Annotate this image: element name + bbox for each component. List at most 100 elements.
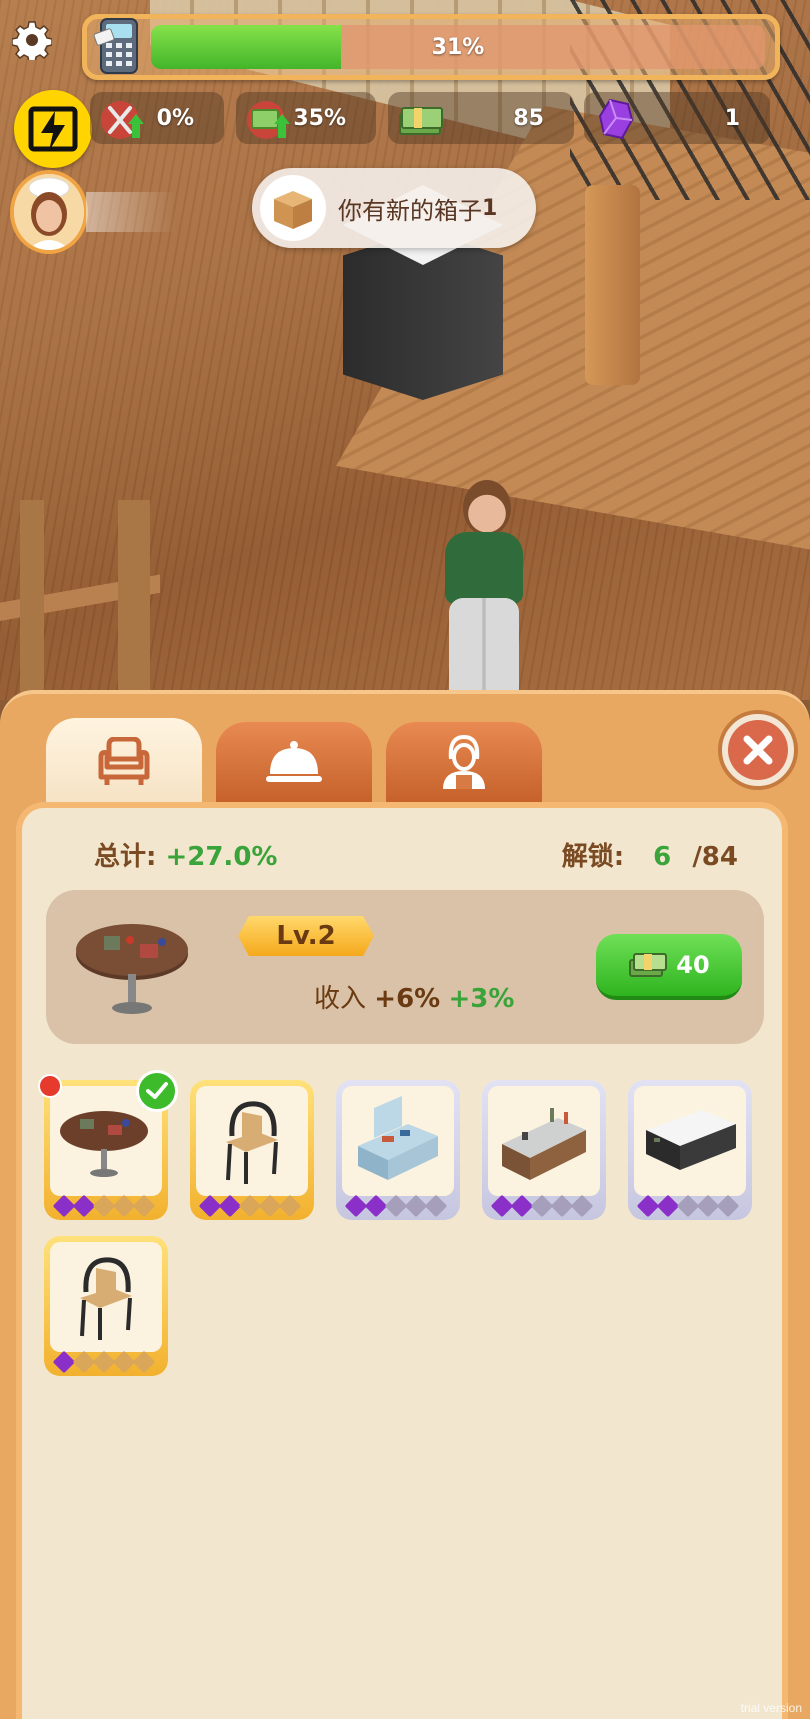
furniture-item-table[interactable] bbox=[38, 1070, 178, 1220]
furniture-item-chair[interactable] bbox=[190, 1080, 314, 1220]
chef-portrait-icon bbox=[14, 174, 84, 250]
star-icon bbox=[550, 1194, 574, 1218]
furniture-item-kitchen-counter[interactable] bbox=[336, 1080, 460, 1220]
star-icon bbox=[112, 1350, 136, 1374]
lightning-icon bbox=[28, 106, 78, 152]
star-icon bbox=[132, 1194, 156, 1218]
chef-avatar[interactable] bbox=[10, 170, 88, 254]
star-icon bbox=[636, 1194, 660, 1218]
progress-track: 31% bbox=[151, 25, 765, 69]
stair-post bbox=[585, 185, 640, 385]
gear-icon bbox=[12, 21, 52, 60]
selected-check-icon bbox=[136, 1070, 178, 1112]
money-boost-value: 35% bbox=[293, 105, 346, 131]
wooden-fence bbox=[0, 500, 160, 700]
cash-stat: 85 bbox=[388, 92, 574, 144]
income-extra: +3% bbox=[448, 984, 515, 1014]
star-icon bbox=[364, 1194, 388, 1218]
dining-table-image bbox=[70, 912, 200, 1022]
level-badge: Lv.2 bbox=[238, 916, 374, 956]
tab-staff[interactable] bbox=[386, 722, 542, 802]
income-label: 收入 bbox=[314, 984, 367, 1014]
star-icon bbox=[424, 1194, 448, 1218]
star-icon bbox=[676, 1194, 700, 1218]
star-icon bbox=[490, 1194, 514, 1218]
chair-thumbnail bbox=[50, 1242, 162, 1352]
card-terminal-icon bbox=[93, 15, 145, 79]
star-icon bbox=[656, 1194, 680, 1218]
income-bonus: 收入 +6% +3% bbox=[314, 978, 514, 1015]
gem-stat: 1 bbox=[584, 92, 770, 144]
furniture-item-bar-counter[interactable] bbox=[482, 1080, 606, 1220]
cloche-icon bbox=[266, 741, 322, 782]
close-icon bbox=[743, 735, 773, 765]
food-boost-value: 0% bbox=[156, 105, 194, 131]
cash-value: 85 bbox=[513, 105, 544, 131]
new-box-message: 你有新的箱子 bbox=[338, 196, 482, 225]
star-icon bbox=[696, 1194, 720, 1218]
item-rarity-stars bbox=[52, 1350, 156, 1374]
food-boost-stat: 0% bbox=[90, 92, 224, 144]
star-icon bbox=[72, 1194, 96, 1218]
star-icon bbox=[52, 1350, 76, 1374]
decor-panel: 总计: +27.0% 解锁: 6 /84 Lv.2 收入 +6% +3% 40 bbox=[0, 690, 810, 1719]
total-label: 总计: bbox=[94, 842, 157, 872]
unlock-current: 6 bbox=[653, 842, 672, 872]
character-torso bbox=[445, 532, 523, 604]
unlock-progress: 解锁: 6 /84 bbox=[562, 836, 738, 873]
restaurant-progress-bar: 31% bbox=[82, 14, 780, 80]
settings-button[interactable] bbox=[12, 20, 52, 60]
purple-gem-icon bbox=[592, 96, 642, 142]
new-box-count: 1 bbox=[482, 195, 498, 221]
star-icon bbox=[92, 1194, 116, 1218]
star-icon bbox=[344, 1194, 368, 1218]
star-icon bbox=[510, 1194, 534, 1218]
star-icon bbox=[570, 1194, 594, 1218]
cardboard-box-icon bbox=[260, 175, 326, 241]
staff-icon bbox=[443, 735, 485, 789]
upgrade-cost: 40 bbox=[676, 951, 710, 979]
chef-streak bbox=[86, 192, 176, 232]
star-icon bbox=[218, 1194, 242, 1218]
kitchen-counter-thumbnail bbox=[342, 1086, 454, 1196]
total-bonus: 总计: +27.0% bbox=[94, 836, 277, 873]
player-character[interactable] bbox=[425, 480, 545, 700]
trial-watermark: trial version bbox=[740, 1701, 802, 1715]
character-head bbox=[463, 480, 511, 536]
new-box-notification[interactable]: 你有新的箱子 1 bbox=[252, 168, 536, 248]
star-icon bbox=[92, 1350, 116, 1374]
unlock-label: 解锁: bbox=[561, 842, 625, 872]
gem-value: 1 bbox=[724, 105, 740, 131]
star-icon bbox=[132, 1350, 156, 1374]
tab-furniture[interactable] bbox=[46, 718, 202, 806]
utensils-boost-icon bbox=[98, 96, 148, 142]
upgrade-button[interactable]: 40 bbox=[596, 934, 742, 1000]
star-icon bbox=[258, 1194, 282, 1218]
star-icon bbox=[112, 1194, 136, 1218]
item-rarity-stars bbox=[198, 1194, 302, 1218]
selected-item-card: Lv.2 收入 +6% +3% 40 bbox=[46, 890, 764, 1044]
panel-content: 总计: +27.0% 解锁: 6 /84 Lv.2 收入 +6% +3% 40 bbox=[16, 802, 788, 1719]
item-rarity-stars bbox=[636, 1194, 740, 1218]
star-icon bbox=[716, 1194, 740, 1218]
boost-button[interactable] bbox=[14, 90, 92, 168]
total-value: +27.0% bbox=[165, 842, 278, 872]
star-icon bbox=[530, 1194, 554, 1218]
money-boost-stat: 35% bbox=[236, 92, 376, 144]
new-indicator-dot bbox=[38, 1074, 62, 1098]
star-icon bbox=[238, 1194, 262, 1218]
close-button[interactable] bbox=[718, 710, 798, 790]
armchair-icon bbox=[98, 737, 150, 785]
star-icon bbox=[404, 1194, 428, 1218]
furniture-item-cabinet[interactable] bbox=[628, 1080, 752, 1220]
character-legs bbox=[449, 598, 519, 700]
cash-stack-icon bbox=[629, 953, 668, 977]
item-rarity-stars bbox=[52, 1194, 156, 1218]
income-base: +6% bbox=[374, 984, 441, 1014]
star-icon bbox=[278, 1194, 302, 1218]
cash-stack-icon bbox=[396, 96, 446, 142]
tab-menu[interactable] bbox=[216, 722, 372, 802]
bar-counter-thumbnail bbox=[488, 1086, 600, 1196]
furniture-item-chair-2[interactable] bbox=[44, 1236, 168, 1376]
unlock-total: /84 bbox=[692, 842, 738, 872]
